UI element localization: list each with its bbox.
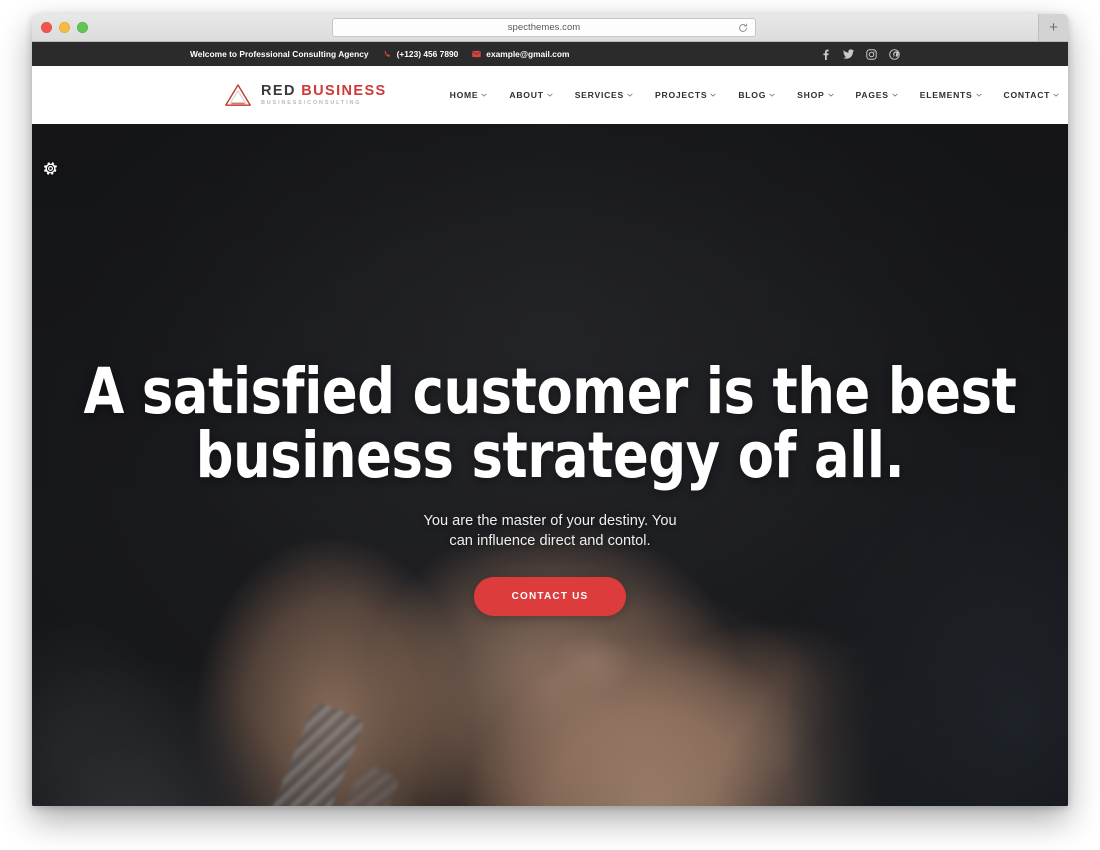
site-top-bar: Welcome to Professional Consulting Agenc… (32, 42, 1068, 66)
main-navigation: HOME ABOUT SERVICES PROJECTS BLOG SHOP P… (439, 90, 1068, 100)
window-close-button[interactable] (41, 22, 52, 33)
chevron-down-icon (769, 93, 775, 97)
chevron-down-icon (627, 93, 633, 97)
contact-us-button[interactable]: CONTACT US (473, 576, 627, 616)
gear-icon[interactable] (35, 153, 65, 183)
browser-window: specthemes.com + Welcome to Professional… (32, 14, 1068, 806)
nav-label: PAGES (855, 90, 889, 100)
window-minimize-button[interactable] (59, 22, 70, 33)
new-tab-button[interactable]: + (1038, 14, 1068, 41)
chevron-down-icon (1053, 93, 1059, 97)
nav-label: ABOUT (509, 90, 544, 100)
logo-tagline: BUSINESS/CONSULTING (261, 100, 362, 107)
browser-titlebar: specthemes.com + (32, 14, 1068, 42)
url-text: specthemes.com (507, 22, 581, 33)
page-viewport: Welcome to Professional Consulting Agenc… (32, 42, 1068, 806)
hero-subtitle-line1: You are the master of your destiny. You (423, 512, 677, 529)
nav-item-home[interactable]: HOME (439, 90, 499, 100)
instagram-icon[interactable] (866, 48, 877, 60)
phone-contact[interactable]: (+123) 456 7890 (383, 49, 459, 59)
hero-subtitle-line2: can influence direct and contol. (449, 532, 651, 549)
nav-item-pages[interactable]: PAGES (845, 90, 909, 100)
chevron-down-icon (481, 93, 488, 97)
email-address: example@gmail.com (486, 49, 570, 59)
address-bar[interactable]: specthemes.com (332, 18, 756, 37)
nav-label: SERVICES (574, 90, 625, 100)
pinterest-icon[interactable] (889, 48, 900, 60)
envelope-icon (472, 50, 482, 59)
nav-label: CONTACT (1003, 90, 1051, 100)
top-bar-contact-group: Welcome to Professional Consulting Agenc… (190, 49, 569, 59)
nav-item-services[interactable]: SERVICES (564, 90, 644, 100)
window-traffic-lights (41, 22, 88, 33)
phone-number: (+123) 456 7890 (396, 49, 459, 59)
nav-item-shop[interactable]: SHOP (786, 90, 844, 100)
logo-name-part1: RED (261, 82, 296, 99)
logo-name-part2: BUSINESS (301, 82, 387, 99)
chevron-down-icon (710, 93, 717, 97)
hero-heading-line1: A satisfied customer is the best (83, 355, 1017, 428)
hero-heading: A satisfied customer is the best busines… (68, 355, 1031, 493)
nav-label: BLOG (738, 90, 767, 100)
site-logo[interactable]: RED BUSINESS BUSINESS/CONSULTING (224, 83, 387, 107)
nav-label: HOME (449, 90, 479, 100)
nav-item-contact[interactable]: CONTACT (993, 90, 1068, 100)
email-contact[interactable]: example@gmail.com (472, 49, 569, 59)
nav-item-about[interactable]: ABOUT (498, 90, 563, 100)
hero-heading-line2: business strategy of all. (195, 419, 905, 493)
twitter-icon[interactable] (843, 49, 854, 60)
hero-content: A satisfied customer is the best busines… (32, 355, 1068, 616)
nav-item-blog[interactable]: BLOG (727, 90, 786, 100)
chevron-down-icon (975, 93, 982, 97)
nav-item-projects[interactable]: PROJECTS (644, 90, 727, 100)
window-maximize-button[interactable] (77, 22, 88, 33)
social-links (820, 48, 900, 60)
chevron-down-icon (547, 93, 553, 97)
triangle-logo-icon (224, 83, 252, 107)
nav-label: PROJECTS (655, 90, 708, 100)
logo-wordmark: RED BUSINESS BUSINESS/CONSULTING (261, 82, 387, 107)
nav-item-elements[interactable]: ELEMENTS (909, 90, 993, 100)
phone-icon (383, 50, 392, 59)
hero-subtitle: You are the master of your destiny. You … (32, 511, 1068, 551)
reload-icon[interactable] (738, 23, 748, 33)
nav-label: ELEMENTS (919, 90, 973, 100)
chevron-down-icon (892, 93, 898, 97)
chevron-down-icon (827, 93, 834, 97)
hero-section: A satisfied customer is the best busines… (32, 124, 1068, 806)
welcome-message: Welcome to Professional Consulting Agenc… (190, 49, 369, 59)
nav-label: SHOP (797, 90, 825, 100)
site-header: RED BUSINESS BUSINESS/CONSULTING HOME AB… (32, 66, 1068, 124)
facebook-icon[interactable] (820, 49, 831, 60)
hero-cta-wrapper: CONTACT US (32, 576, 1068, 616)
